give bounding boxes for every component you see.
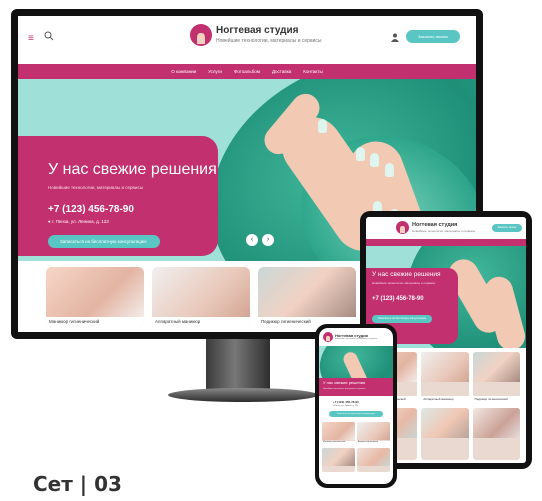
service-label: Аппаратный маникюр	[421, 396, 469, 404]
nav-item-services[interactable]: Услуги	[208, 69, 222, 74]
service-card[interactable]: Педикюр гигиенический	[258, 267, 356, 327]
service-label: Маникюр гигиенический	[322, 441, 355, 446]
service-image	[322, 448, 355, 466]
phone-device: Ногтевая студия Новейшие технологии, мат…	[315, 324, 397, 488]
service-image	[322, 422, 355, 440]
slider-prev-button[interactable]: ‹	[246, 234, 258, 246]
slider-next-button[interactable]: ›	[262, 234, 274, 246]
search-icon[interactable]	[44, 31, 54, 41]
service-card[interactable]: Аппаратный маникюр	[152, 267, 250, 327]
monitor-base	[168, 388, 318, 402]
hero-phone[interactable]: +7 (123) 456-78-90	[48, 204, 134, 215]
nav-item-gallery[interactable]: Фотоальбом	[234, 69, 260, 74]
service-image	[472, 352, 520, 382]
service-image	[472, 408, 520, 438]
brand-logo[interactable]	[190, 24, 212, 46]
service-image	[357, 448, 390, 466]
service-image	[357, 422, 390, 440]
service-image	[152, 267, 250, 317]
set-caption: Сет | 03	[33, 472, 122, 496]
nail-1	[356, 147, 365, 161]
brand-logo[interactable]	[323, 332, 333, 342]
service-card[interactable]: Маникюр гигиенический	[322, 422, 355, 446]
tablet-header: Ногтевая студия Новейшие технологии, мат…	[366, 217, 526, 239]
service-label: Аппаратный маникюр	[357, 441, 390, 446]
phone-header: Ногтевая студия Новейшие технологии, мат…	[319, 328, 393, 346]
service-label: Аппаратный маникюр	[152, 317, 250, 327]
hero-title: У нас свежие решения	[48, 161, 217, 178]
consultation-button[interactable]: Записаться на бесплатную консультацию	[329, 411, 383, 417]
brand-title: Ногтевая студия	[216, 25, 299, 36]
consultation-button[interactable]: Записаться на бесплатную консультацию	[48, 235, 160, 248]
brand-tagline: Новейшие технологии, материалы и сервисы	[412, 229, 476, 233]
hero-subtitle: Новейшие технологии, материалы и сервисы	[323, 388, 366, 390]
brand-title: Ногтевая студия	[412, 222, 458, 228]
hero-address-text: г. Пенза, ул. Ленина, д. 123	[51, 219, 109, 224]
service-image	[258, 267, 356, 317]
menu-icon[interactable]: ≡	[28, 33, 34, 44]
service-card[interactable]: Педикюр гигиенический	[472, 352, 520, 404]
service-card[interactable]	[421, 408, 469, 460]
hero-address: г. Пенза, ул. Ленина, д. 123	[333, 405, 359, 407]
service-card[interactable]	[472, 408, 520, 460]
callback-button[interactable]: Заказать звонок	[406, 30, 460, 43]
phone-services-grid: Маникюр гигиенический Аппаратный маникюр	[322, 422, 390, 472]
service-card[interactable]	[357, 448, 390, 472]
brand-tagline: Новейшие технологии, материалы и сервисы	[335, 338, 378, 340]
hero-subtitle: Новейшие технологии, материалы и сервисы	[372, 281, 436, 285]
nav-item-delivery[interactable]: Доставка	[272, 69, 291, 74]
service-image	[421, 408, 469, 438]
hero-address: ● г. Пенза, ул. Ленина, д. 123	[48, 219, 109, 224]
service-image	[421, 352, 469, 382]
callback-button[interactable]: Заказать звонок	[492, 224, 522, 232]
hero-phone[interactable]: +7 (123) 456-78-90	[372, 296, 424, 302]
nail-7	[318, 119, 327, 133]
nail-2	[370, 153, 379, 167]
tablet-nav	[366, 239, 526, 246]
service-card[interactable]: Аппаратный маникюр	[421, 352, 469, 404]
service-image	[46, 267, 144, 317]
nail-3	[385, 163, 394, 177]
service-card[interactable]: Аппаратный маникюр	[357, 422, 390, 446]
service-card[interactable]	[322, 448, 355, 472]
nav-item-about[interactable]: О компании	[171, 69, 196, 74]
brand-logo[interactable]	[396, 221, 409, 234]
brand-tagline: Новейшие технологии, материалы и сервисы	[216, 38, 322, 44]
hero-title: У нас свежие решения	[372, 271, 441, 278]
site-header: ≡ Ногтевая студия Новейшие технологии, м…	[18, 16, 476, 64]
monitor-stand	[206, 339, 270, 395]
user-icon[interactable]	[391, 33, 399, 42]
service-label: Маникюр гигиенический	[46, 317, 144, 327]
consultation-button[interactable]: Записаться на бесплатную консультацию	[372, 315, 432, 323]
nav-item-contacts[interactable]: Контакты	[303, 69, 322, 74]
service-label: Педикюр гигиенический	[472, 396, 520, 404]
phone-screen: Ногтевая студия Новейшие технологии, мат…	[319, 328, 393, 484]
main-nav: О компании Услуги Фотоальбом Доставка Ко…	[18, 64, 476, 79]
hero-phone[interactable]: +7 (123) 456-78-90	[333, 400, 359, 404]
service-card[interactable]: Маникюр гигиенический	[46, 267, 144, 327]
location-pin-icon: ●	[48, 219, 51, 224]
hero-subtitle: Новейшие технологии, материалы и сервисы	[48, 185, 143, 190]
hero-title: У нас свежие решения	[323, 380, 366, 385]
